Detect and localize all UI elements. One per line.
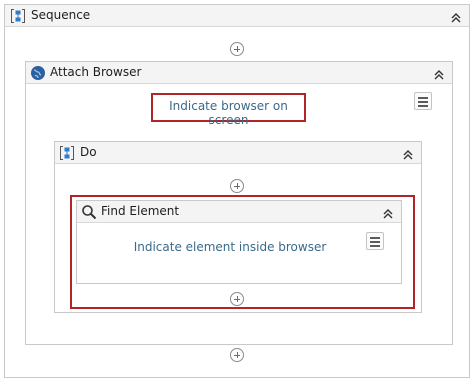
indicate-browser-link[interactable]: Indicate browser on screen bbox=[151, 99, 306, 127]
sequence-icon bbox=[10, 8, 26, 24]
attach-browser-title: Attach Browser bbox=[50, 65, 142, 79]
sequence-activity[interactable]: Sequence Attach Browser Indicate browser… bbox=[4, 4, 470, 378]
collapse-icon[interactable] bbox=[401, 146, 415, 160]
do-activity[interactable]: Do Find Element Indicate element inside … bbox=[54, 141, 422, 313]
add-activity-button[interactable] bbox=[230, 292, 244, 306]
hamburger-menu-icon[interactable] bbox=[414, 92, 432, 110]
collapse-icon[interactable] bbox=[432, 66, 446, 80]
sequence-title: Sequence bbox=[31, 8, 91, 22]
attach-browser-activity[interactable]: Attach Browser Indicate browser on scree… bbox=[25, 61, 453, 345]
add-activity-button[interactable] bbox=[230, 42, 244, 56]
find-element-activity[interactable]: Find Element Indicate element inside bro… bbox=[76, 200, 402, 284]
sequence-icon bbox=[59, 145, 75, 161]
magnifier-icon bbox=[81, 204, 97, 220]
find-element-title: Find Element bbox=[101, 204, 180, 218]
add-activity-button[interactable] bbox=[230, 179, 244, 193]
do-title: Do bbox=[80, 145, 97, 159]
globe-icon bbox=[30, 65, 46, 81]
sequence-header[interactable]: Sequence bbox=[5, 5, 469, 27]
find-element-header[interactable]: Find Element bbox=[77, 201, 401, 223]
hamburger-menu-icon[interactable] bbox=[366, 232, 384, 250]
do-header[interactable]: Do bbox=[55, 142, 421, 164]
add-activity-button[interactable] bbox=[230, 348, 244, 362]
indicate-element-link[interactable]: Indicate element inside browser bbox=[97, 240, 363, 254]
collapse-icon[interactable] bbox=[449, 9, 463, 23]
attach-browser-header[interactable]: Attach Browser bbox=[26, 62, 452, 84]
collapse-icon[interactable] bbox=[381, 205, 395, 219]
